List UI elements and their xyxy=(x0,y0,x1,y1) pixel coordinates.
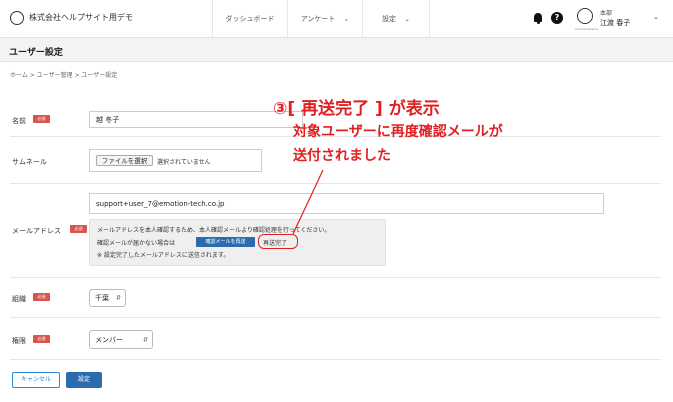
email-label: メールアドレス xyxy=(12,227,61,235)
company-logo-icon[interactable] xyxy=(10,11,24,25)
nav-settings[interactable]: 設定 ⌄ xyxy=(362,0,430,37)
nav-survey-label: アンケート xyxy=(300,14,336,23)
breadcrumb[interactable]: ホーム > ユーザー管理 > ユーザー設定 xyxy=(10,70,117,79)
save-button[interactable]: 設定 xyxy=(66,372,102,388)
organization-value: 千葉 xyxy=(95,294,109,302)
file-status: 選択されていません xyxy=(157,159,211,166)
nav-dashboard[interactable]: ダッシュボード xyxy=(212,0,287,37)
row-divider xyxy=(10,317,661,318)
file-select-button[interactable]: ファイルを選択 xyxy=(96,155,153,166)
notice-text: ※ 設定完了したメールアドレスに送信されます。 xyxy=(97,252,230,259)
bell-icon[interactable] xyxy=(534,13,542,24)
row-divider xyxy=(10,277,661,278)
notice-text: メールアドレスを本人確認するため、本人確認メールより確認処理を行ってください。 xyxy=(97,227,331,234)
nav-dashboard-label: ダッシュボード xyxy=(225,14,275,23)
highlight-circle xyxy=(258,234,298,249)
chevron-down-icon: ⌄ xyxy=(404,14,410,23)
required-badge: 必須 xyxy=(33,293,50,301)
user-name: 江渡 春子 xyxy=(600,19,631,27)
annotation-text: 対象ユーザーに再度確認メールが xyxy=(293,124,503,140)
select-arrows-icon: ⇵ xyxy=(115,294,121,302)
row-divider xyxy=(10,183,661,184)
organization-select[interactable]: 千葉 ⇵ xyxy=(89,289,126,307)
email-input[interactable]: support+user_7@emotion-tech.co.jp xyxy=(89,193,604,214)
resend-email-button[interactable]: 確認メールを再送 xyxy=(196,237,255,247)
name-label: 名前 xyxy=(12,117,26,125)
required-badge: 必須 xyxy=(33,335,50,343)
company-name[interactable]: 株式会社ヘルプサイト用デモ xyxy=(29,12,133,23)
title-bar xyxy=(0,38,673,62)
nav-settings-label: 設定 xyxy=(382,14,397,23)
chevron-down-icon[interactable]: ⌄ xyxy=(653,13,659,21)
notice-text: 確認メールが届かない場合は xyxy=(97,240,176,247)
row-divider xyxy=(10,359,661,360)
top-header: 株式会社ヘルプサイト用デモ ダッシュボード アンケート ⌄ 設定 ⌄ ? Com… xyxy=(0,0,673,38)
required-badge: 必須 xyxy=(33,115,50,123)
name-input[interactable]: 越 冬子 xyxy=(89,111,303,128)
chevron-down-icon: ⌄ xyxy=(343,14,350,23)
avatar[interactable] xyxy=(577,8,593,24)
role-select[interactable]: メンバー ⇵ xyxy=(89,330,153,349)
role-value: メンバー xyxy=(95,335,123,344)
page-title: ユーザー設定 xyxy=(9,48,63,58)
annotation-text: 送付されました xyxy=(293,148,391,164)
organization-label: 組織 xyxy=(12,295,26,303)
cancel-button[interactable]: キャンセル xyxy=(12,372,60,388)
select-arrows-icon: ⇵ xyxy=(142,336,148,343)
thumbnail-label: サムネール xyxy=(12,158,47,166)
avatar-caption: CompanyName xyxy=(575,27,599,31)
role-label: 権限 xyxy=(12,337,26,345)
nav-survey[interactable]: アンケート ⌄ xyxy=(287,0,362,37)
help-icon[interactable]: ? xyxy=(551,12,563,24)
annotation-title: ③[ 再送完了 ] が表示 xyxy=(273,99,440,119)
user-department: 本部 xyxy=(600,10,613,17)
required-badge: 必須 xyxy=(70,225,87,233)
